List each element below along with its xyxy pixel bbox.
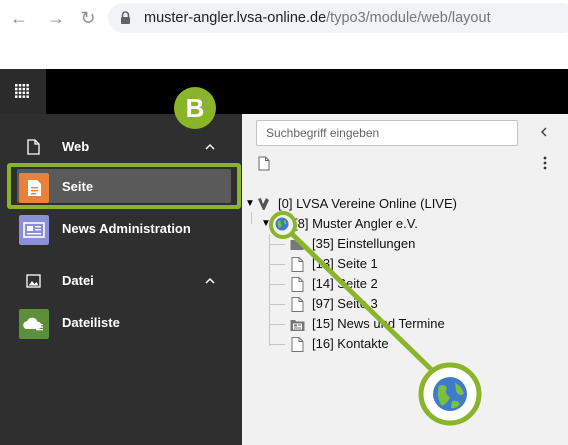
tree-node-label: [35] Einstellungen bbox=[312, 236, 416, 251]
module-group-label: Web bbox=[62, 139, 90, 154]
url-text: muster-angler.lvsa-online.de/typo3/modul… bbox=[144, 10, 491, 26]
tree-node-seite-2[interactable]: [14] Seite 2 bbox=[242, 274, 568, 294]
typo3-topbar bbox=[0, 69, 568, 114]
news-folder-icon bbox=[290, 320, 305, 331]
step-badge: B bbox=[174, 87, 216, 129]
tree-node-news-und-termine[interactable]: [15] News und Termine bbox=[242, 314, 568, 334]
page-icon bbox=[291, 297, 304, 312]
tree-node-label: [8] Muster Angler e.V. bbox=[294, 216, 418, 231]
tree-node-root[interactable]: ▼ [0] LVSA Vereine Online (LIVE) bbox=[242, 194, 568, 214]
app-grid-icon bbox=[15, 84, 29, 98]
more-options-icon[interactable] bbox=[542, 155, 548, 171]
expand-toggle-icon[interactable]: ▼ bbox=[261, 219, 271, 229]
module-menu: Web Seite News Administration Datei Date… bbox=[0, 114, 242, 445]
module-item-news-administration[interactable]: News Administration bbox=[0, 210, 242, 246]
reload-icon[interactable]: ↻ bbox=[77, 7, 99, 29]
typo3-logo-icon bbox=[258, 198, 269, 210]
app-menu-button[interactable] bbox=[0, 69, 46, 114]
page-icon bbox=[291, 277, 304, 292]
page-module-icon bbox=[19, 173, 49, 203]
url-path: /typo3/module/web/layout bbox=[326, 10, 491, 26]
new-page-icon[interactable] bbox=[258, 156, 270, 171]
page-icon bbox=[291, 337, 304, 352]
image-icon bbox=[26, 274, 41, 288]
address-bar[interactable]: muster-angler.lvsa-online.de/typo3/modul… bbox=[108, 3, 568, 33]
module-group-web[interactable]: Web bbox=[0, 130, 242, 164]
tree-node-label: [0] LVSA Vereine Online (LIVE) bbox=[278, 196, 457, 211]
browser-toolbar: ← → ↻ muster-angler.lvsa-online.de/typo3… bbox=[0, 0, 568, 38]
folder-icon bbox=[290, 240, 304, 250]
lock-icon bbox=[121, 11, 130, 24]
globe-icon bbox=[275, 217, 289, 231]
tree-node-site[interactable]: ▼ [8] Muster Angler e.V. bbox=[242, 214, 568, 234]
expand-toggle-icon[interactable]: ▼ bbox=[245, 199, 255, 209]
chevron-left-icon[interactable] bbox=[538, 124, 550, 140]
url-host: muster-angler.lvsa-online.de bbox=[144, 10, 327, 26]
tree-node-label: [15] News und Termine bbox=[312, 316, 445, 331]
chevron-up-icon[interactable] bbox=[203, 274, 217, 288]
arrow-left-icon[interactable]: ← bbox=[8, 7, 30, 29]
page-tree-panel: ▼ [0] LVSA Vereine Online (LIVE) ▼ [8] M… bbox=[242, 114, 568, 445]
module-item-label: News Administration bbox=[62, 221, 191, 236]
page-icon bbox=[291, 257, 304, 272]
module-item-dateiliste[interactable]: Dateiliste bbox=[0, 304, 242, 340]
module-item-seite[interactable]: Seite bbox=[0, 168, 242, 204]
tree-node-label: [16] Kontakte bbox=[312, 336, 389, 351]
module-item-label: Dateiliste bbox=[62, 315, 120, 330]
tree-node-label: [14] Seite 2 bbox=[312, 276, 378, 291]
module-item-label: Seite bbox=[62, 179, 94, 194]
tree-node-seite-3[interactable]: [97] Seite 3 bbox=[242, 294, 568, 314]
page-outline-icon bbox=[27, 139, 40, 155]
module-group-label: Datei bbox=[62, 273, 94, 288]
filelist-module-icon bbox=[19, 309, 49, 339]
tree-node-kontakte[interactable]: [16] Kontakte bbox=[242, 334, 568, 354]
tree-node-einstellungen[interactable]: [35] Einstellungen bbox=[242, 234, 568, 254]
tree-node-label: [97] Seite 3 bbox=[312, 296, 378, 311]
tree-node-label: [13] Seite 1 bbox=[312, 256, 378, 271]
tree-search-input[interactable] bbox=[256, 120, 518, 146]
chevron-up-icon[interactable] bbox=[203, 140, 217, 154]
news-module-icon bbox=[19, 215, 49, 245]
tree-node-seite-1[interactable]: [13] Seite 1 bbox=[242, 254, 568, 274]
module-group-datei[interactable]: Datei bbox=[0, 264, 242, 298]
arrow-right-icon[interactable]: → bbox=[45, 7, 67, 29]
browser-bookmark-strip bbox=[0, 38, 568, 69]
